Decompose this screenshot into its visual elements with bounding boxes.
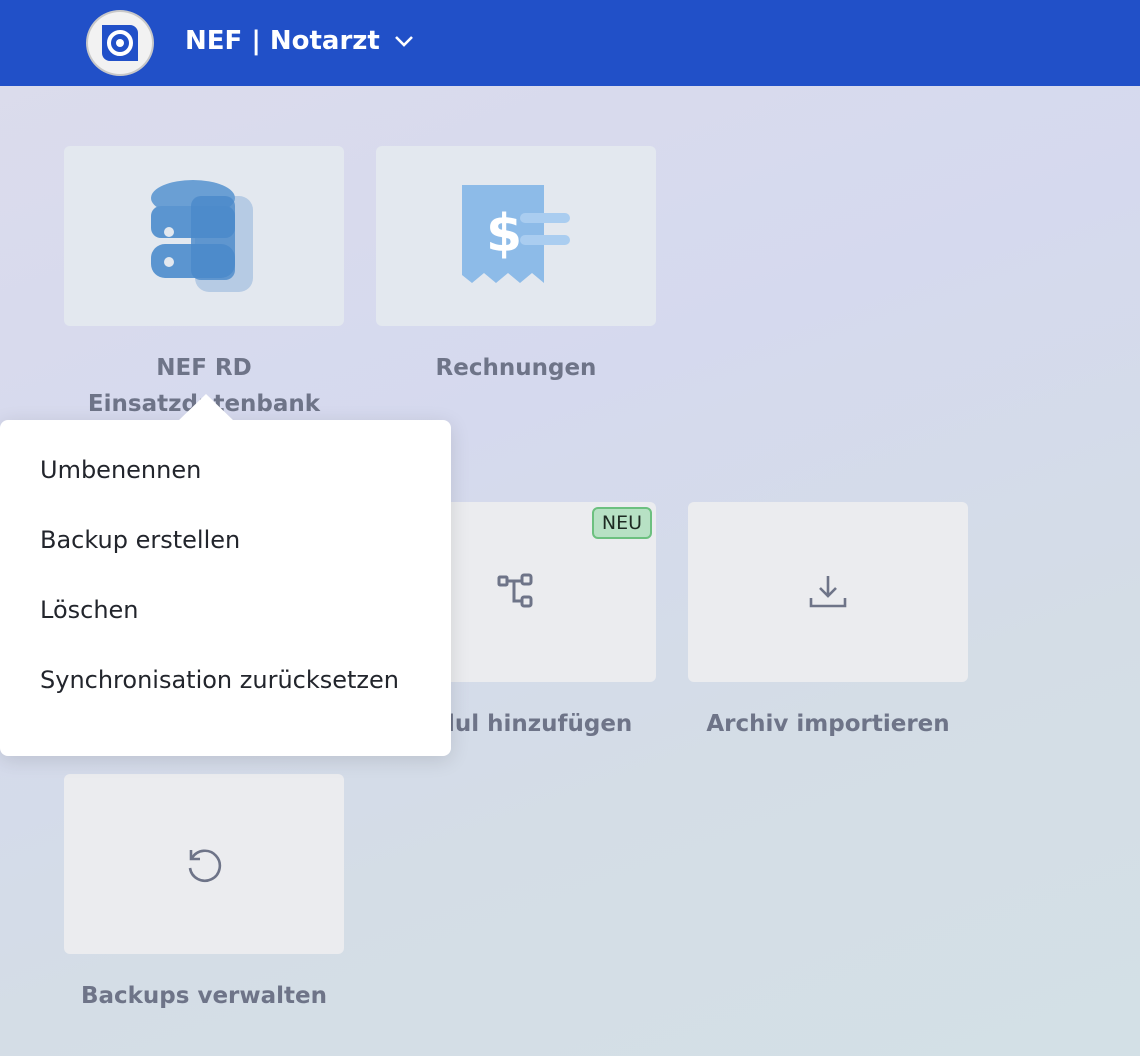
context-menu: Umbenennen Backup erstellen Löschen Sync… bbox=[0, 394, 451, 756]
history-icon bbox=[188, 849, 222, 883]
svg-text:$: $ bbox=[486, 204, 522, 264]
database-icon bbox=[151, 180, 253, 292]
tile-label: Rechnungen bbox=[435, 355, 597, 381]
tile-rechnungen[interactable]: $ bbox=[376, 146, 656, 326]
menu-item-reset-sync[interactable]: Synchronisation zurücksetzen bbox=[0, 640, 451, 720]
download-icon bbox=[809, 576, 847, 608]
menu-item-rename[interactable]: Umbenennen bbox=[0, 430, 451, 510]
tile-label: Backups verwalten bbox=[80, 983, 328, 1009]
tile-backups-verwalten[interactable] bbox=[64, 774, 344, 954]
app-logo[interactable] bbox=[86, 10, 154, 76]
workspace-title: NEF | Notarzt bbox=[185, 26, 380, 56]
target-logo-icon bbox=[102, 25, 138, 61]
menu-item-create-backup[interactable]: Backup erstellen bbox=[0, 500, 451, 580]
tile-archiv-importieren[interactable] bbox=[688, 502, 968, 682]
menu-item-delete[interactable]: Löschen bbox=[0, 570, 451, 650]
hierarchy-icon bbox=[497, 573, 533, 608]
invoice-icon: $ bbox=[462, 185, 570, 283]
workspace-switcher[interactable]: NEF | Notarzt bbox=[185, 26, 414, 56]
tile-label: Archiv importieren bbox=[706, 711, 950, 737]
chevron-down-icon bbox=[394, 36, 413, 47]
top-bar: NEF | Notarzt bbox=[0, 0, 1140, 86]
tile-nef-rd-einsatzdatenbank[interactable] bbox=[64, 146, 344, 326]
new-badge: NEU bbox=[591, 507, 652, 539]
